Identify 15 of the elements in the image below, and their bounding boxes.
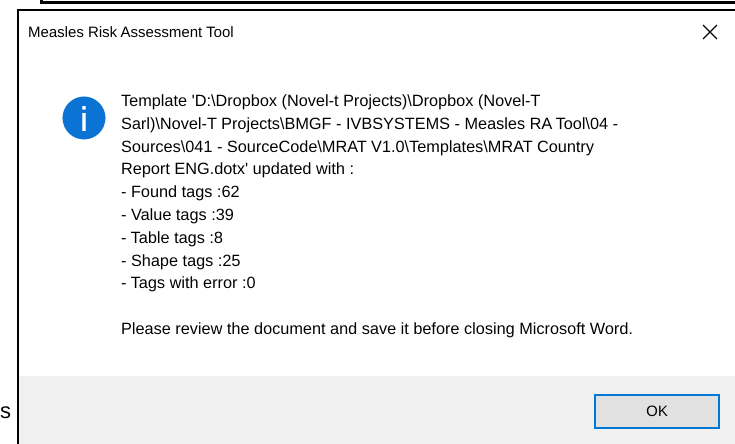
message-line: Template 'D:\Dropbox (Novel-t Projects)\Dropbox (Novel-T <box>121 91 542 112</box>
message-line: - Tags with error :0 <box>121 273 257 294</box>
ok-button[interactable]: OK <box>594 394 720 429</box>
message-line: Sarl)\Novel-T Projects\BMGF - IVBSYSTEMS - Measles RA Tool\04 - <box>121 114 620 135</box>
message-line: - Shape tags :25 <box>121 250 242 272</box>
info-icon <box>62 96 106 140</box>
message-line: Report ENG.dotx' updated with : <box>121 159 355 180</box>
window-title: Measles Risk Assessment Tool <box>28 24 234 40</box>
message-line: - Table tags :8 <box>121 228 224 249</box>
message-line: - Found tags :62 <box>121 182 241 204</box>
background-text: s <box>0 398 11 424</box>
close-icon <box>702 24 718 40</box>
message-line: Sources\041 - SourceCode\MRAT V1.0\Templates\MRAT Country <box>121 136 595 158</box>
message-note: Please review the document and save it before closing Microsoft Word. <box>121 319 633 340</box>
message-line: - Value tags :39 <box>121 204 235 226</box>
